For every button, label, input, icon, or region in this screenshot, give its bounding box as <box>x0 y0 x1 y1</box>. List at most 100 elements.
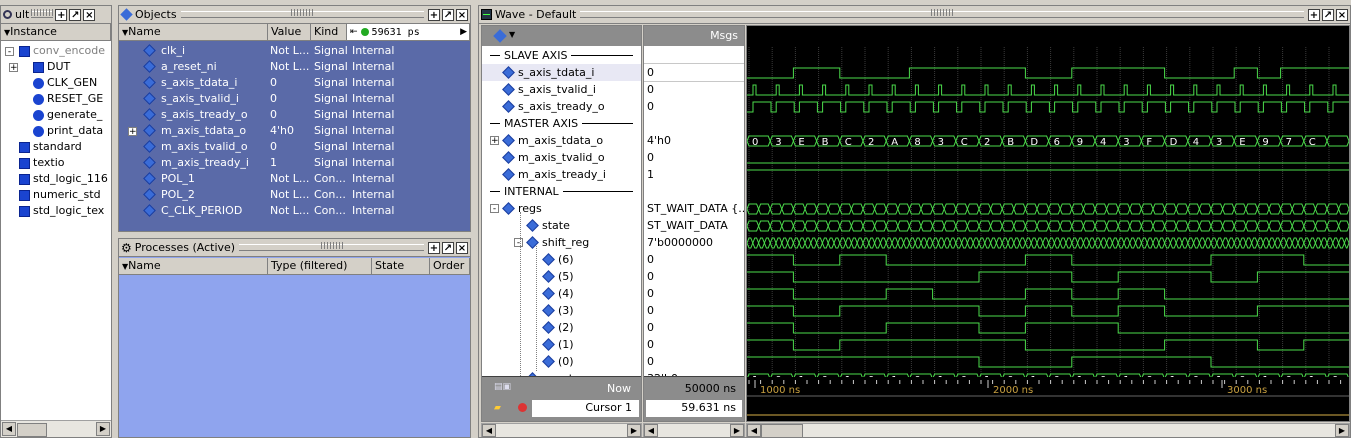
instance-scrollbar[interactable]: ◀ ▶ <box>1 420 111 437</box>
wave-signal[interactable]: + m_axis_tdata_o <box>482 132 641 149</box>
expand-icon[interactable]: + <box>128 127 137 137</box>
instance-item[interactable]: - conv_encode <box>1 43 111 59</box>
undock-icon[interactable]: ↗ <box>69 8 82 21</box>
scroll-right-icon[interactable]: ▶ <box>96 422 110 436</box>
lock-icon[interactable]: ▰ <box>494 403 501 413</box>
objects-titlebar[interactable]: Objects + ↗ × <box>119 6 470 24</box>
instance-item[interactable]: standard <box>1 139 111 155</box>
wave-signal[interactable]: - regs <box>482 200 641 217</box>
instance-item[interactable]: + DUT <box>1 59 111 75</box>
wave-values-scrollbar[interactable]: ◀ ▶ <box>643 423 745 437</box>
instance-item[interactable]: RESET_GE <box>1 91 111 107</box>
waveform-scrollbar[interactable]: ◀ ▶ <box>746 423 1350 437</box>
time-filter[interactable]: ⇤ 59631 ps ▶ <box>347 24 470 40</box>
expand-icon[interactable]: + <box>490 136 499 146</box>
add-icon[interactable]: + <box>428 241 440 254</box>
processes-titlebar[interactable]: ⚙ Processes (Active) + ↗ × <box>119 239 470 257</box>
processes-order-header[interactable]: Order <box>430 258 470 274</box>
add-icon[interactable]: + <box>1308 8 1320 21</box>
instance-titlebar[interactable]: ult + ↗ × <box>1 6 111 24</box>
cursor-remove-icon[interactable] <box>518 403 527 412</box>
wave-signal[interactable]: (3) <box>482 302 641 319</box>
bus-segment <box>781 220 794 232</box>
bus-segment <box>1343 237 1349 249</box>
instance-pane-title: ult <box>15 8 30 21</box>
wave-names-footer: ▤▣ Now ▰ Cursor 1 <box>482 376 641 421</box>
bus-label: B <box>822 137 829 148</box>
wave-divider[interactable]: MASTER AXIS <box>482 115 641 132</box>
wave-signal[interactable]: (2) <box>482 319 641 336</box>
collapse-icon[interactable]: - <box>5 47 14 57</box>
expand-icon[interactable]: + <box>9 63 18 73</box>
collapse-icon[interactable]: - <box>490 204 499 214</box>
undock-icon[interactable]: ↗ <box>1322 8 1334 21</box>
bus-segment <box>943 203 957 215</box>
bus-segment <box>758 220 771 232</box>
instance-item[interactable]: generate_ <box>1 107 111 123</box>
wave-signal[interactable]: (5) <box>482 268 641 285</box>
waveform-canvas[interactable]: 03EBC2A83C2BD6943FD43E97C101010101010101… <box>746 25 1350 422</box>
wave-signal[interactable]: s_axis_tvalid_i <box>482 81 641 98</box>
object-row[interactable]: C_CLK_PERIOD Not L... Con... Internal <box>119 203 470 219</box>
object-row[interactable]: + m_axis_tdata_o 4'h0 Signal Internal <box>119 123 470 139</box>
instance-item[interactable]: textio <box>1 155 111 171</box>
object-row[interactable]: s_axis_tready_o 0 Signal Internal <box>119 107 470 123</box>
close-icon[interactable]: × <box>456 8 468 21</box>
objects-value-header[interactable]: Value <box>268 24 311 40</box>
wave-value-text: 0 <box>647 355 654 368</box>
undock-icon[interactable]: ↗ <box>442 241 454 254</box>
undock-icon[interactable]: ↗ <box>442 8 454 21</box>
add-icon[interactable]: + <box>55 8 68 21</box>
scroll-left-icon[interactable]: ◀ <box>2 422 16 436</box>
bus-segment <box>1071 135 1096 147</box>
object-row[interactable]: POL_1 Not L... Con... Internal <box>119 171 470 187</box>
object-row[interactable]: POL_2 Not L... Con... Internal <box>119 187 470 203</box>
instance-item[interactable]: print_data <box>1 123 111 139</box>
bus-segment <box>966 237 974 249</box>
object-row[interactable]: a_reset_ni Not L... Signal Internal <box>119 59 470 75</box>
object-row[interactable]: m_axis_tvalid_o 0 Signal Internal <box>119 139 470 155</box>
objects-kind-header[interactable]: Kind <box>311 24 347 40</box>
scroll-thumb[interactable] <box>17 423 47 437</box>
collapse-icon[interactable]: - <box>514 238 523 248</box>
object-row[interactable]: m_axis_tready_i 1 Signal Internal <box>119 155 470 171</box>
scroll-thumb[interactable] <box>761 424 803 437</box>
wave-signal[interactable]: s_axis_tdata_i <box>482 64 641 81</box>
processes-type-header[interactable]: Type (filtered) <box>268 258 372 274</box>
wave-select-icon[interactable] <box>493 29 507 43</box>
wave-signal[interactable]: m_axis_tready_i <box>482 166 641 183</box>
object-row[interactable]: s_axis_tvalid_i 0 Signal Internal <box>119 91 470 107</box>
processes-state-header[interactable]: State <box>372 258 430 274</box>
object-row[interactable]: s_axis_tdata_i 0 Signal Internal <box>119 75 470 91</box>
cursor-label-box[interactable]: Cursor 1 <box>532 400 639 417</box>
wave-signal[interactable]: (0) <box>482 353 641 370</box>
bus-segment <box>1245 237 1253 249</box>
wave-signal[interactable]: s_axis_tready_o <box>482 98 641 115</box>
instance-item[interactable]: std_logic_tex <box>1 203 111 219</box>
object-row[interactable]: clk_i Not L... Signal Internal <box>119 43 470 59</box>
close-icon[interactable]: × <box>83 8 96 21</box>
instance-item[interactable]: numeric_std <box>1 187 111 203</box>
wave-divider[interactable]: INTERNAL <box>482 183 641 200</box>
wave-signal[interactable]: state <box>482 217 641 234</box>
add-icon[interactable]: + <box>428 8 440 21</box>
instance-item[interactable]: CLK_GEN <box>1 75 111 91</box>
instance-column-header[interactable]: ▼Instance <box>1 24 111 40</box>
wave-signal[interactable]: (4) <box>482 285 641 302</box>
processes-name-header[interactable]: ▼Name <box>119 258 268 274</box>
bus-segment <box>885 237 893 249</box>
close-icon[interactable]: × <box>456 241 468 254</box>
wave-signal[interactable]: (6) <box>482 251 641 268</box>
wave-signal[interactable]: - shift_reg <box>482 234 641 251</box>
play-icon[interactable]: ▶ <box>460 25 469 40</box>
close-icon[interactable]: × <box>1336 8 1348 21</box>
bus-segment <box>769 135 794 147</box>
chevron-down-icon[interactable]: ▼ <box>509 30 515 39</box>
wave-divider[interactable]: SLAVE AXIS <box>482 47 641 64</box>
wave-names-scrollbar[interactable]: ◀ ▶ <box>481 423 642 437</box>
wave-signal[interactable]: m_axis_tvalid_o <box>482 149 641 166</box>
wave-signal[interactable]: (1) <box>482 336 641 353</box>
wave-titlebar[interactable]: Wave - Default + ↗ × <box>479 6 1350 24</box>
instance-item[interactable]: std_logic_116 <box>1 171 111 187</box>
objects-name-header[interactable]: ▼Name <box>119 24 268 40</box>
